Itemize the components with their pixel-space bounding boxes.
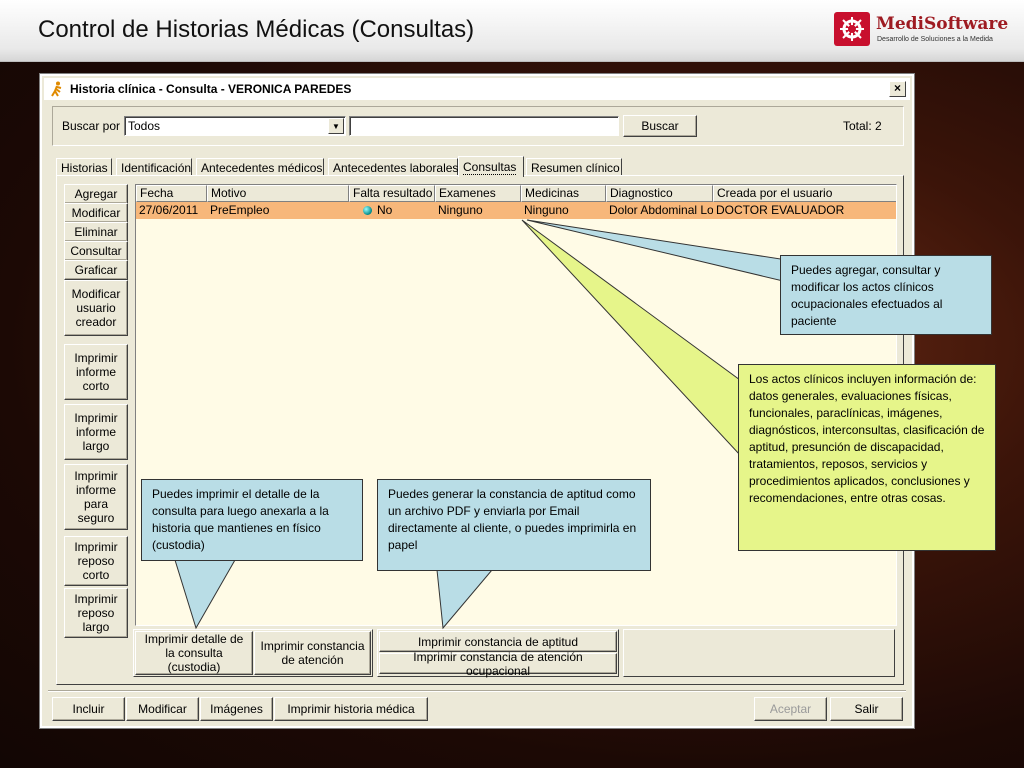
- col-creada-por[interactable]: Creada por el usuario: [713, 185, 896, 202]
- callout-agregar: Puedes agregar, consultar y modificar lo…: [780, 255, 992, 335]
- print-detail-group: Imprimir detalle de la consulta (custodi…: [133, 629, 373, 677]
- imprimir-constancia-atencion-button[interactable]: Imprimir constancia de atención: [254, 631, 371, 675]
- col-medicinas[interactable]: Medicinas: [521, 185, 606, 202]
- modificar-footer-button[interactable]: Modificar: [126, 697, 199, 721]
- brand-logo: MediSoftware Desarrollo de Soluciones a …: [834, 12, 1009, 48]
- col-fecha[interactable]: Fecha: [136, 185, 207, 202]
- imagenes-button[interactable]: Imágenes: [200, 697, 273, 721]
- imprimir-informe-corto-button[interactable]: Imprimir informe corto: [64, 344, 128, 400]
- search-button[interactable]: Buscar: [623, 115, 697, 137]
- eliminar-button[interactable]: Eliminar: [64, 222, 128, 242]
- col-diagnostico[interactable]: Diagnostico: [606, 185, 713, 202]
- tab-antecedentes-medicos[interactable]: Antecedentes médicos: [196, 158, 324, 176]
- search-by-label: Buscar por: [62, 119, 121, 133]
- constancia-group: Imprimir constancia de aptitud Imprimir …: [377, 629, 619, 678]
- search-input[interactable]: [349, 116, 619, 136]
- imprimir-constancia-ocupacional-button[interactable]: Imprimir constancia de atención ocupacio…: [379, 650, 617, 678]
- graficar-button[interactable]: Graficar: [64, 260, 128, 280]
- salir-button[interactable]: Salir: [830, 697, 903, 721]
- imprimir-reposo-largo-button[interactable]: Imprimir reposo largo: [64, 588, 128, 638]
- imprimir-reposo-corto-button[interactable]: Imprimir reposo corto: [64, 536, 128, 586]
- col-examenes[interactable]: Examenes: [435, 185, 521, 202]
- agregar-button[interactable]: Agregar: [64, 184, 128, 204]
- cell-fecha: 27/06/2011: [139, 203, 199, 217]
- window-title: Historia clínica - Consulta - VERONICA P…: [70, 82, 352, 96]
- cell-motivo: PreEmpleo: [210, 203, 270, 217]
- empty-group: [623, 629, 895, 677]
- imprimir-detalle-button[interactable]: Imprimir detalle de la consulta (custodi…: [135, 631, 253, 675]
- modificar-usuario-creador-button[interactable]: Modificar usuario creador: [64, 280, 128, 336]
- medisoftware-logo-icon: [834, 12, 870, 46]
- cell-creada-por: DOCTOR EVALUADOR: [716, 203, 845, 217]
- close-icon: ×: [893, 81, 901, 95]
- walking-person-icon: [50, 81, 66, 97]
- aceptar-button[interactable]: Aceptar: [754, 697, 827, 721]
- tab-identificacion[interactable]: Identificación: [116, 158, 192, 176]
- tab-antecedentes-laborales[interactable]: Antecedentes laborales: [328, 158, 458, 176]
- slide-title: Control de Historias Médicas (Consultas): [38, 16, 475, 43]
- imprimir-historia-button[interactable]: Imprimir historia médica: [274, 697, 428, 721]
- brand-tagline: Desarrollo de Soluciones a la Medida: [877, 36, 993, 43]
- tab-consultas[interactable]: Consultas: [458, 156, 524, 177]
- callout-constancia-aptitud: Puedes generar la constancia de aptitud …: [377, 479, 651, 571]
- cell-diagnostico: Dolor Abdominal Localizado: [609, 203, 713, 217]
- col-falta-resultado[interactable]: Falta resultado: [349, 185, 435, 202]
- search-by-value: Todos: [128, 119, 161, 133]
- cell-medicinas: Ninguno: [524, 203, 569, 217]
- table-row[interactable]: 27/06/2011 PreEmpleo No Ninguno Ninguno …: [136, 202, 896, 219]
- imprimir-informe-largo-button[interactable]: Imprimir informe largo: [64, 404, 128, 460]
- total-count: Total: 2: [843, 119, 882, 133]
- brand-name: MediSoftware: [876, 14, 1009, 34]
- cell-examenes: Ninguno: [438, 203, 483, 217]
- close-window-button[interactable]: ×: [889, 81, 906, 97]
- col-motivo[interactable]: Motivo: [207, 185, 349, 202]
- modificar-button[interactable]: Modificar: [64, 203, 128, 223]
- tab-historias[interactable]: Historias: [56, 158, 112, 176]
- callout-actos-clinicos: Los actos clínicos incluyen información …: [738, 364, 996, 551]
- callout-imprimir-detalle: Puedes imprimir el detalle de la consult…: [141, 479, 363, 561]
- footer-divider: [48, 690, 906, 692]
- window-titlebar: Historia clínica - Consulta - VERONICA P…: [44, 78, 910, 100]
- search-by-combo[interactable]: Todos ▼: [124, 116, 346, 136]
- tab-resumen-clinico[interactable]: Resumen clínico: [526, 158, 622, 176]
- incluir-button[interactable]: Incluir: [52, 697, 125, 721]
- chevron-down-icon[interactable]: ▼: [328, 118, 344, 134]
- search-bar: Buscar por Todos ▼ Buscar Total: 2: [52, 106, 904, 146]
- consultar-button[interactable]: Consultar: [64, 241, 128, 261]
- imprimir-informe-seguro-button[interactable]: Imprimir informe para seguro: [64, 464, 128, 530]
- table-header: Fecha Motivo Falta resultado Examenes Me…: [136, 185, 896, 202]
- slide-header: Control de Historias Médicas (Consultas)…: [0, 0, 1024, 62]
- status-dot-icon: [363, 206, 372, 215]
- cell-falta-resultado: No: [349, 202, 435, 219]
